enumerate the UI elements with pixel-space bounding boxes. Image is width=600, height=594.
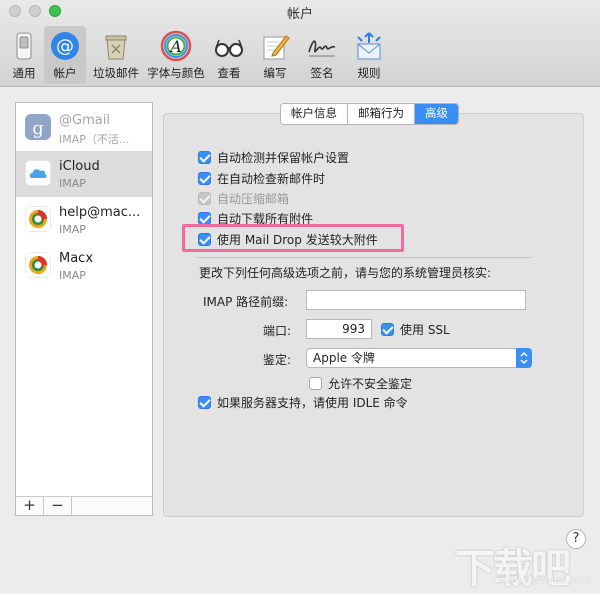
- account-item-icloud[interactable]: iCloud IMAP: [16, 151, 152, 197]
- signature-icon: [306, 30, 338, 62]
- toolbar-rules[interactable]: 规则: [346, 26, 392, 84]
- at-sign-icon: @: [49, 30, 81, 62]
- compact-mailboxes-checkbox[interactable]: [198, 191, 211, 205]
- option-include-check[interactable]: 在自动检查新邮件时: [198, 170, 325, 186]
- use-ssl-checkbox[interactable]: [381, 322, 394, 336]
- preferences-toolbar: 通用 @ 帐户 垃圾邮件 A 字体与颜色 查看 编写 签名 规则: [4, 26, 392, 84]
- port-label: 端口:: [263, 324, 292, 338]
- toolbar-junk[interactable]: 垃圾邮件: [86, 26, 146, 84]
- account-list-controls: + −: [15, 496, 153, 516]
- tab-account-info[interactable]: 帐户信息: [281, 104, 348, 124]
- title-bar: 帐户 通用 @ 帐户 垃圾邮件 A 字体与颜色 查看 编写 签名 规则: [0, 0, 600, 87]
- idle-command-checkbox[interactable]: [198, 395, 211, 409]
- font-color-icon: A: [160, 30, 192, 62]
- download-attachments-checkbox[interactable]: [198, 211, 211, 225]
- rules-envelope-icon: [353, 30, 385, 62]
- section-divider: [196, 257, 532, 258]
- add-account-button[interactable]: +: [16, 497, 44, 515]
- account-item-macx[interactable]: Macx IMAP: [16, 243, 152, 289]
- tab-advanced[interactable]: 高级: [415, 104, 458, 124]
- junk-bin-icon: [100, 30, 132, 62]
- admin-note: 更改下列任何高级选项之前，请与您的系统管理员核实:: [199, 266, 492, 280]
- port-field[interactable]: 993: [306, 319, 372, 339]
- toolbar-composing[interactable]: 编写: [252, 26, 298, 84]
- authentication-label: 鉴定:: [263, 353, 292, 367]
- account-item-help[interactable]: help@mac... IMAP: [16, 197, 152, 243]
- preferences-window: 帐户 通用 @ 帐户 垃圾邮件 A 字体与颜色 查看 编写 签名 规则 g @G…: [0, 0, 600, 593]
- imap-prefix-label: IMAP 路径前缀:: [203, 295, 289, 309]
- mail-account-icon: [25, 206, 51, 232]
- google-icon: g: [25, 114, 51, 140]
- account-item-gmail[interactable]: g @Gmail IMAP（不活...: [16, 105, 152, 151]
- svg-text:g: g: [32, 118, 44, 139]
- toolbar-signatures[interactable]: 签名: [298, 26, 346, 84]
- mail-drop-highlight-box: [182, 224, 404, 252]
- toolbar-accounts[interactable]: @ 帐户: [44, 26, 86, 84]
- account-list: g @Gmail IMAP（不活... iCloud IMAP help@mac…: [15, 102, 153, 514]
- option-compact-mailboxes[interactable]: 自动压缩邮箱: [198, 190, 289, 206]
- tab-mailbox-behaviors[interactable]: 邮箱行为: [348, 104, 415, 124]
- option-allow-insecure[interactable]: 允许不安全鉴定: [309, 375, 412, 391]
- remove-account-button[interactable]: −: [44, 497, 72, 515]
- toolbar-general[interactable]: 通用: [4, 26, 44, 84]
- help-button[interactable]: ?: [566, 529, 586, 549]
- svg-text:@: @: [56, 36, 74, 57]
- toolbar-fonts-colors[interactable]: A 字体与颜色: [146, 26, 206, 84]
- include-check-checkbox[interactable]: [198, 171, 211, 185]
- general-switch-icon: [8, 30, 40, 62]
- authentication-select[interactable]: Apple 令牌: [306, 348, 532, 368]
- icloud-icon: [25, 160, 51, 186]
- watermark-url: www.xiazaiba.com: [498, 575, 591, 586]
- authentication-selected-value: Apple 令牌: [313, 351, 375, 365]
- glasses-icon: [213, 30, 245, 62]
- option-idle-command[interactable]: 如果服务器支持，请使用 IDLE 命令: [198, 394, 408, 410]
- option-use-ssl[interactable]: 使用 SSL: [381, 321, 450, 337]
- mail-account-icon: [25, 252, 51, 278]
- chevron-updown-icon: [516, 348, 532, 368]
- allow-insecure-checkbox[interactable]: [309, 376, 322, 390]
- window-title: 帐户: [286, 7, 313, 22]
- imap-prefix-field[interactable]: [306, 290, 526, 310]
- auto-detect-checkbox[interactable]: [198, 150, 211, 164]
- svg-text:A: A: [168, 37, 182, 56]
- toolbar-viewing[interactable]: 查看: [206, 26, 252, 84]
- option-auto-detect[interactable]: 自动检测并保留帐户设置: [198, 149, 349, 165]
- account-tabs: 帐户信息 邮箱行为 高级: [280, 103, 459, 125]
- compose-pencil-icon: [259, 30, 291, 62]
